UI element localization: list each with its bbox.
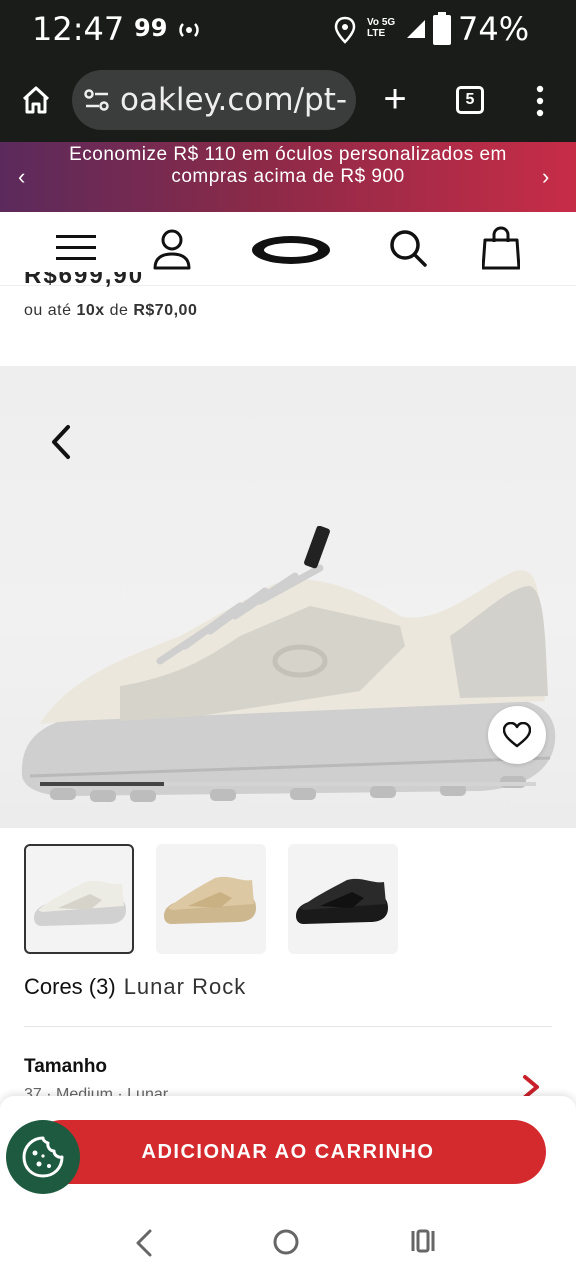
- browser-toolbar: oakley.com/pt- + 5: [0, 60, 576, 142]
- hotspot-icon: [179, 23, 199, 37]
- color-thumbnail-sand[interactable]: [156, 844, 266, 954]
- colors-label: Cores (3): [24, 974, 116, 999]
- promo-banner: ‹ Economize R$ 110 em óculos personaliza…: [0, 142, 576, 212]
- thumbnail-shoe-image: [34, 880, 126, 926]
- system-navigation-bar: [0, 1206, 576, 1280]
- notification-app-icon: 99: [134, 14, 168, 42]
- size-hint: 37 · Medium · Lunar: [24, 1086, 169, 1096]
- user-icon[interactable]: [152, 228, 192, 270]
- selected-color: Lunar Rock: [123, 974, 247, 999]
- product-gallery[interactable]: [0, 366, 576, 828]
- cookie-icon: [22, 1136, 64, 1178]
- search-icon[interactable]: [388, 228, 428, 268]
- battery-percent: 74%: [458, 10, 530, 48]
- thumbnail-shoe-image: [296, 878, 388, 924]
- network-type: Vo 5G LTE: [367, 17, 396, 39]
- hamburger-menu-icon[interactable]: [56, 234, 96, 262]
- favorite-button[interactable]: [488, 706, 546, 764]
- color-thumbnail-lunar-rock[interactable]: [24, 844, 134, 954]
- cookie-settings-button[interactable]: [6, 1120, 80, 1194]
- sticky-cart-bar: ADICIONAR AO CARRINHO: [0, 1096, 576, 1206]
- home-icon[interactable]: [20, 84, 52, 116]
- system-recents-icon[interactable]: [410, 1228, 436, 1254]
- signal-icon: [407, 20, 425, 38]
- size-label[interactable]: Tamanho: [24, 1056, 107, 1078]
- status-bar: 12:47 99 Vo 5G LTE 74%: [0, 0, 576, 60]
- promo-next-chevron-icon[interactable]: ›: [542, 164, 549, 190]
- color-thumbnail-black[interactable]: [288, 844, 398, 954]
- colors-row: Cores (3) Lunar Rock: [24, 974, 246, 1000]
- oakley-logo[interactable]: [250, 234, 332, 266]
- location-icon: [334, 16, 356, 44]
- url-text[interactable]: oakley.com/pt-: [120, 82, 347, 118]
- system-home-icon[interactable]: [272, 1228, 300, 1256]
- product-image[interactable]: [10, 526, 570, 826]
- divider: [24, 1026, 552, 1027]
- new-tab-plus-icon[interactable]: +: [380, 79, 410, 119]
- product-price: R$699,90: [24, 272, 145, 289]
- address-bar[interactable]: oakley.com/pt-: [72, 70, 356, 130]
- clock: 12:47: [32, 10, 125, 48]
- tune-icon[interactable]: [84, 88, 110, 112]
- battery-icon: [433, 12, 451, 45]
- heart-icon[interactable]: [503, 722, 531, 748]
- tabs-icon[interactable]: 5: [456, 86, 484, 114]
- more-vert-icon[interactable]: [532, 84, 548, 118]
- chevron-left-icon[interactable]: [48, 424, 74, 460]
- gallery-progress-fill: [40, 782, 164, 786]
- thumbnail-shoe-image: [164, 876, 256, 924]
- installments-text: ou até 10x de R$70,00: [24, 302, 198, 319]
- bag-icon[interactable]: [482, 226, 520, 270]
- gallery-progress-track: [40, 782, 536, 786]
- add-to-cart-button[interactable]: ADICIONAR AO CARRINHO: [30, 1120, 546, 1184]
- system-back-icon[interactable]: [134, 1228, 154, 1258]
- promo-prev-chevron-icon[interactable]: ‹: [18, 164, 25, 190]
- promo-text[interactable]: Economize R$ 110 em óculos personalizado…: [60, 144, 516, 188]
